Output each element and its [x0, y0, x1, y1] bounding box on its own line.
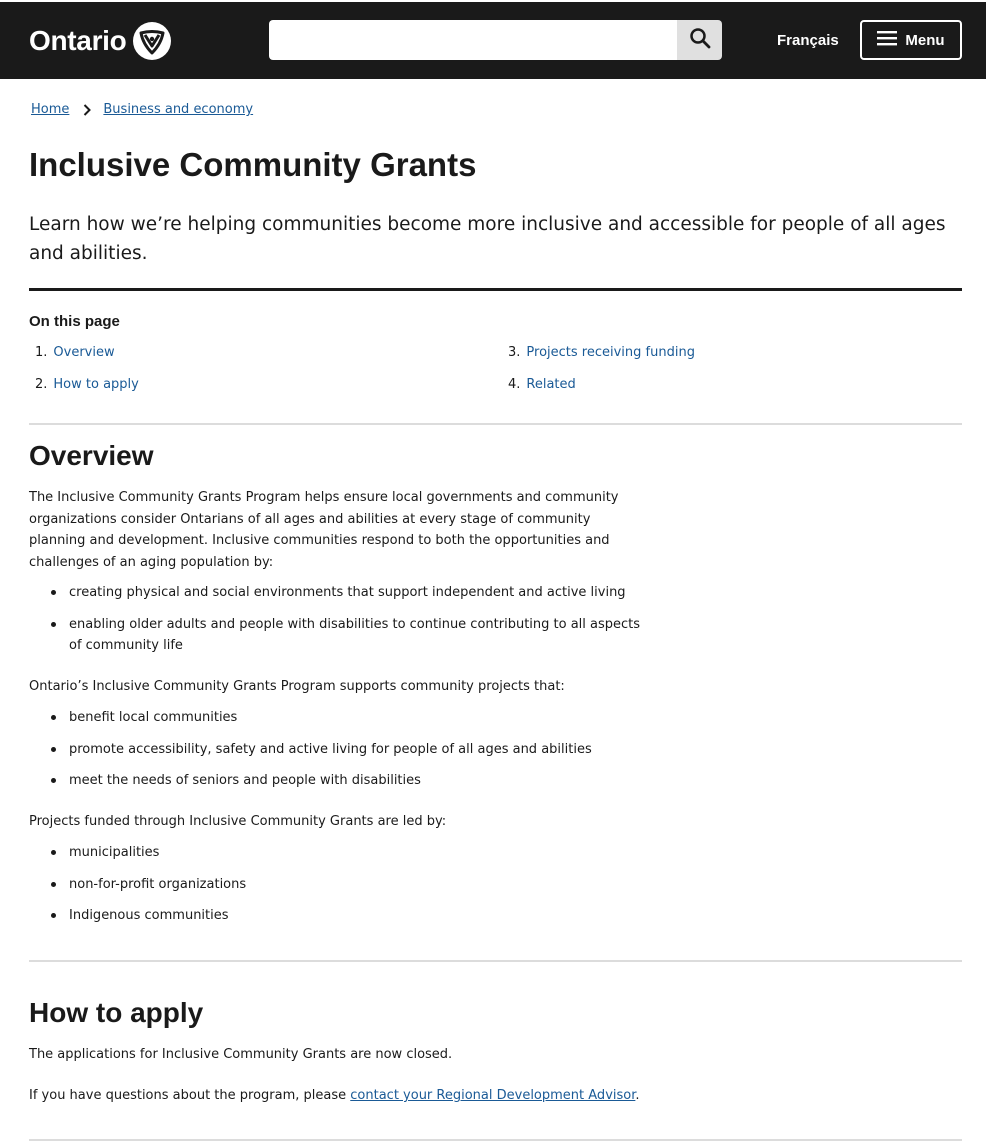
- toc-link-projects[interactable]: Projects receiving funding: [526, 345, 695, 360]
- overview-para-2: Ontario’s Inclusive Community Grants Pro…: [29, 679, 565, 694]
- list-item: creating physical and social environment…: [29, 582, 649, 604]
- list-item: meet the needs of seniors and people wit…: [29, 770, 649, 792]
- overview-intro: The Inclusive Community Grants Program h…: [29, 490, 619, 570]
- toc-item-overview: 1. Overview: [35, 345, 115, 360]
- page-title: Inclusive Community Grants: [29, 146, 477, 183]
- toc-title: On this page: [29, 313, 120, 330]
- logo-text: Ontario: [29, 25, 127, 56]
- list-item: Indigenous communities: [29, 905, 649, 927]
- toc-number: 3.: [508, 345, 521, 360]
- toc-link-related[interactable]: Related: [526, 377, 575, 392]
- toc-item-projects: 3. Projects receiving funding: [508, 345, 695, 360]
- toc-number: 4.: [508, 377, 521, 392]
- menu-label: Menu: [905, 31, 945, 49]
- regional-advisor-link[interactable]: contact your Regional Development Adviso…: [350, 1088, 635, 1103]
- apply-para-2-prefix: If you have questions about the program,…: [29, 1088, 351, 1103]
- chevron-right-icon: [83, 103, 92, 116]
- list-item: non-for-profit organizations: [29, 874, 649, 896]
- list-item: municipalities: [29, 842, 649, 864]
- site-header: Ontario Français Menu: [0, 2, 986, 79]
- page-lead: Learn how we’re helping communities beco…: [29, 214, 946, 264]
- section-divider: [29, 960, 962, 962]
- list-item: benefit local communities: [29, 707, 649, 729]
- apply-para-2: If you have questions about the program,…: [29, 1085, 649, 1107]
- apply-para-1: The applications for Inclusive Community…: [29, 1047, 453, 1062]
- breadcrumb: Home Business and economy: [31, 102, 253, 117]
- title-divider: [29, 288, 962, 291]
- breadcrumb-business-link[interactable]: Business and economy: [103, 102, 253, 117]
- overview-list-2: benefit local communities promote access…: [29, 707, 649, 802]
- overview-list-3: municipalities non-for-profit organizati…: [29, 842, 649, 937]
- overview-list-1: creating physical and social environment…: [29, 582, 649, 667]
- trillium-icon: [133, 22, 172, 60]
- overview-heading: Overview: [29, 440, 154, 471]
- how-to-apply-heading: How to apply: [29, 997, 204, 1028]
- menu-button[interactable]: Menu: [860, 20, 962, 60]
- ontario-logo[interactable]: Ontario: [29, 22, 172, 60]
- hamburger-icon: [877, 30, 898, 50]
- toc-item-how-to-apply: 2. How to apply: [35, 377, 139, 392]
- list-item: promote accessibility, safety and active…: [29, 739, 649, 761]
- search-input[interactable]: [269, 20, 677, 60]
- language-toggle-link[interactable]: Français: [777, 32, 839, 49]
- toc-link-how-to-apply[interactable]: How to apply: [53, 377, 138, 392]
- section-divider: [29, 1139, 962, 1141]
- overview-para-3: Projects funded through Inclusive Commun…: [29, 814, 447, 829]
- toc-item-related: 4. Related: [508, 377, 576, 392]
- breadcrumb-home-link[interactable]: Home: [31, 102, 69, 117]
- toc-number: 1.: [35, 345, 48, 360]
- toc-number: 2.: [35, 377, 48, 392]
- list-item: enabling older adults and people with di…: [29, 614, 649, 657]
- search-icon: [689, 27, 711, 53]
- toc-link-overview[interactable]: Overview: [53, 345, 114, 360]
- apply-para-2-suffix: .: [635, 1088, 640, 1103]
- search-button[interactable]: [677, 20, 722, 60]
- section-divider: [29, 423, 962, 425]
